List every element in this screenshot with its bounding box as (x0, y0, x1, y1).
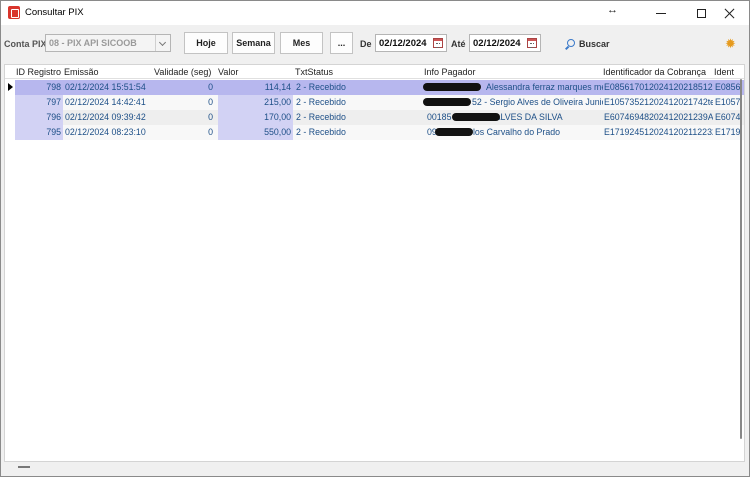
app-logo-icon (8, 6, 20, 19)
cell-validade: 0 (208, 112, 213, 122)
cell-status: 2 - Recebido (296, 127, 346, 137)
buscar-button[interactable]: Buscar (565, 37, 610, 51)
ate-label: Até (451, 39, 466, 49)
date-to-field[interactable]: 02/12/2024 (469, 34, 541, 52)
conta-pix-value: 08 - PIX API SICOOB (49, 38, 137, 48)
cell-status: 2 - Recebido (296, 97, 346, 107)
cell-emissao: 02/12/2024 14:42:41 (65, 97, 146, 107)
window-title: Consultar PIX (25, 7, 84, 18)
vertical-scrollbar[interactable] (738, 79, 744, 461)
table-row[interactable]: 798 02/12/2024 15:51:54 0 114,14 2 - Rec… (15, 80, 744, 95)
cell-valor: 170,00 (264, 112, 291, 122)
col-header-pagador[interactable]: Info Pagador (424, 67, 476, 77)
cell-valor: 114,14 (264, 82, 291, 92)
close-button[interactable] (709, 1, 749, 25)
close-icon (724, 8, 735, 19)
cell-pagador: Alessandra ferraz marques me (486, 82, 603, 92)
maximize-icon (696, 8, 706, 18)
grid-header: ID Registro Emissão Validade (seg) Valor… (5, 65, 744, 79)
calendar-icon[interactable] (433, 38, 443, 48)
cell-identificador: E60746948202412021239A07 (604, 112, 713, 122)
search-icon (565, 38, 576, 50)
col-header-status[interactable]: TxtStatus (295, 67, 333, 77)
col-header-id[interactable]: ID Registro (16, 67, 61, 77)
resize-arrows-icon: ↔ (607, 4, 618, 16)
minimize-icon (656, 12, 666, 14)
cell-id: 795 (46, 127, 61, 137)
table-row[interactable]: 796 02/12/2024 09:39:42 0 170,00 2 - Rec… (15, 110, 744, 125)
redacted-block (423, 98, 471, 106)
cell-emissao: 02/12/2024 08:23:10 (65, 127, 146, 137)
date-from-value: 02/12/2024 (379, 38, 427, 49)
de-label: De (360, 39, 372, 49)
minimize-button[interactable] (641, 1, 681, 25)
date-to-value: 02/12/2024 (473, 38, 521, 49)
cell-identificador: E10573521202412021742ten (604, 97, 713, 107)
mes-button[interactable]: Mes (280, 32, 323, 54)
cell-valor: 215,00 (264, 97, 291, 107)
table-row[interactable]: 797 02/12/2024 14:42:41 0 215,00 2 - Rec… (15, 95, 744, 110)
redacted-block (452, 113, 500, 121)
cell-id: 797 (46, 97, 61, 107)
col-header-valor[interactable]: Valor (218, 67, 238, 77)
scrollbar-thumb[interactable] (740, 79, 742, 439)
col-header-identificador[interactable]: Identificador da Cobrança (603, 67, 706, 77)
cell-id: 798 (46, 82, 61, 92)
semana-button[interactable]: Semana (232, 32, 275, 54)
conta-pix-label: Conta PIX (4, 39, 47, 49)
consultar-pix-window: Consultar PIX ↔ Conta PIX 08 - PIX API S… (0, 0, 750, 477)
gear-icon[interactable]: ✹ (725, 37, 736, 50)
cell-emissao: 02/12/2024 09:39:42 (65, 112, 146, 122)
cell-id: 796 (46, 112, 61, 122)
cell-valor: 550,00 (264, 127, 291, 137)
buscar-label: Buscar (579, 39, 610, 49)
cell-emissao: 02/12/2024 15:51:54 (65, 82, 146, 92)
conta-pix-select[interactable]: 08 - PIX API SICOOB (45, 34, 171, 52)
cell-identificador: E08561701202412021851291 (604, 82, 713, 92)
col-header-emissao[interactable]: Emissão (64, 67, 99, 77)
date-from-field[interactable]: 02/12/2024 (375, 34, 447, 52)
redacted-block (423, 83, 481, 91)
horizontal-scroll-handle[interactable] (18, 466, 30, 468)
current-row-indicator-icon (8, 83, 13, 91)
cell-status: 2 - Recebido (296, 82, 346, 92)
table-row[interactable]: 795 02/12/2024 08:23:10 0 550,00 2 - Rec… (15, 125, 744, 140)
status-bar (1, 462, 749, 476)
hoje-button[interactable]: Hoje (184, 32, 228, 54)
redacted-block (435, 128, 473, 136)
cell-identificador: E17192451202412021122323 (604, 127, 713, 137)
col-header-validade[interactable]: Validade (seg) (154, 67, 211, 77)
title-bar[interactable]: Consultar PIX ↔ (1, 1, 749, 25)
pix-grid[interactable]: ID Registro Emissão Validade (seg) Valor… (4, 64, 745, 462)
more-options-button[interactable]: ... (330, 32, 353, 54)
chevron-down-icon[interactable] (155, 35, 170, 51)
cell-validade: 0 (208, 127, 213, 137)
cell-validade: 0 (208, 97, 213, 107)
calendar-icon[interactable] (527, 38, 537, 48)
cell-pagador: 52 - Sergio Alves de Oliveira Junio (472, 97, 603, 107)
col-header-ident[interactable]: Ident (714, 67, 734, 77)
cell-validade: 0 (208, 82, 213, 92)
cell-status: 2 - Recebido (296, 112, 346, 122)
